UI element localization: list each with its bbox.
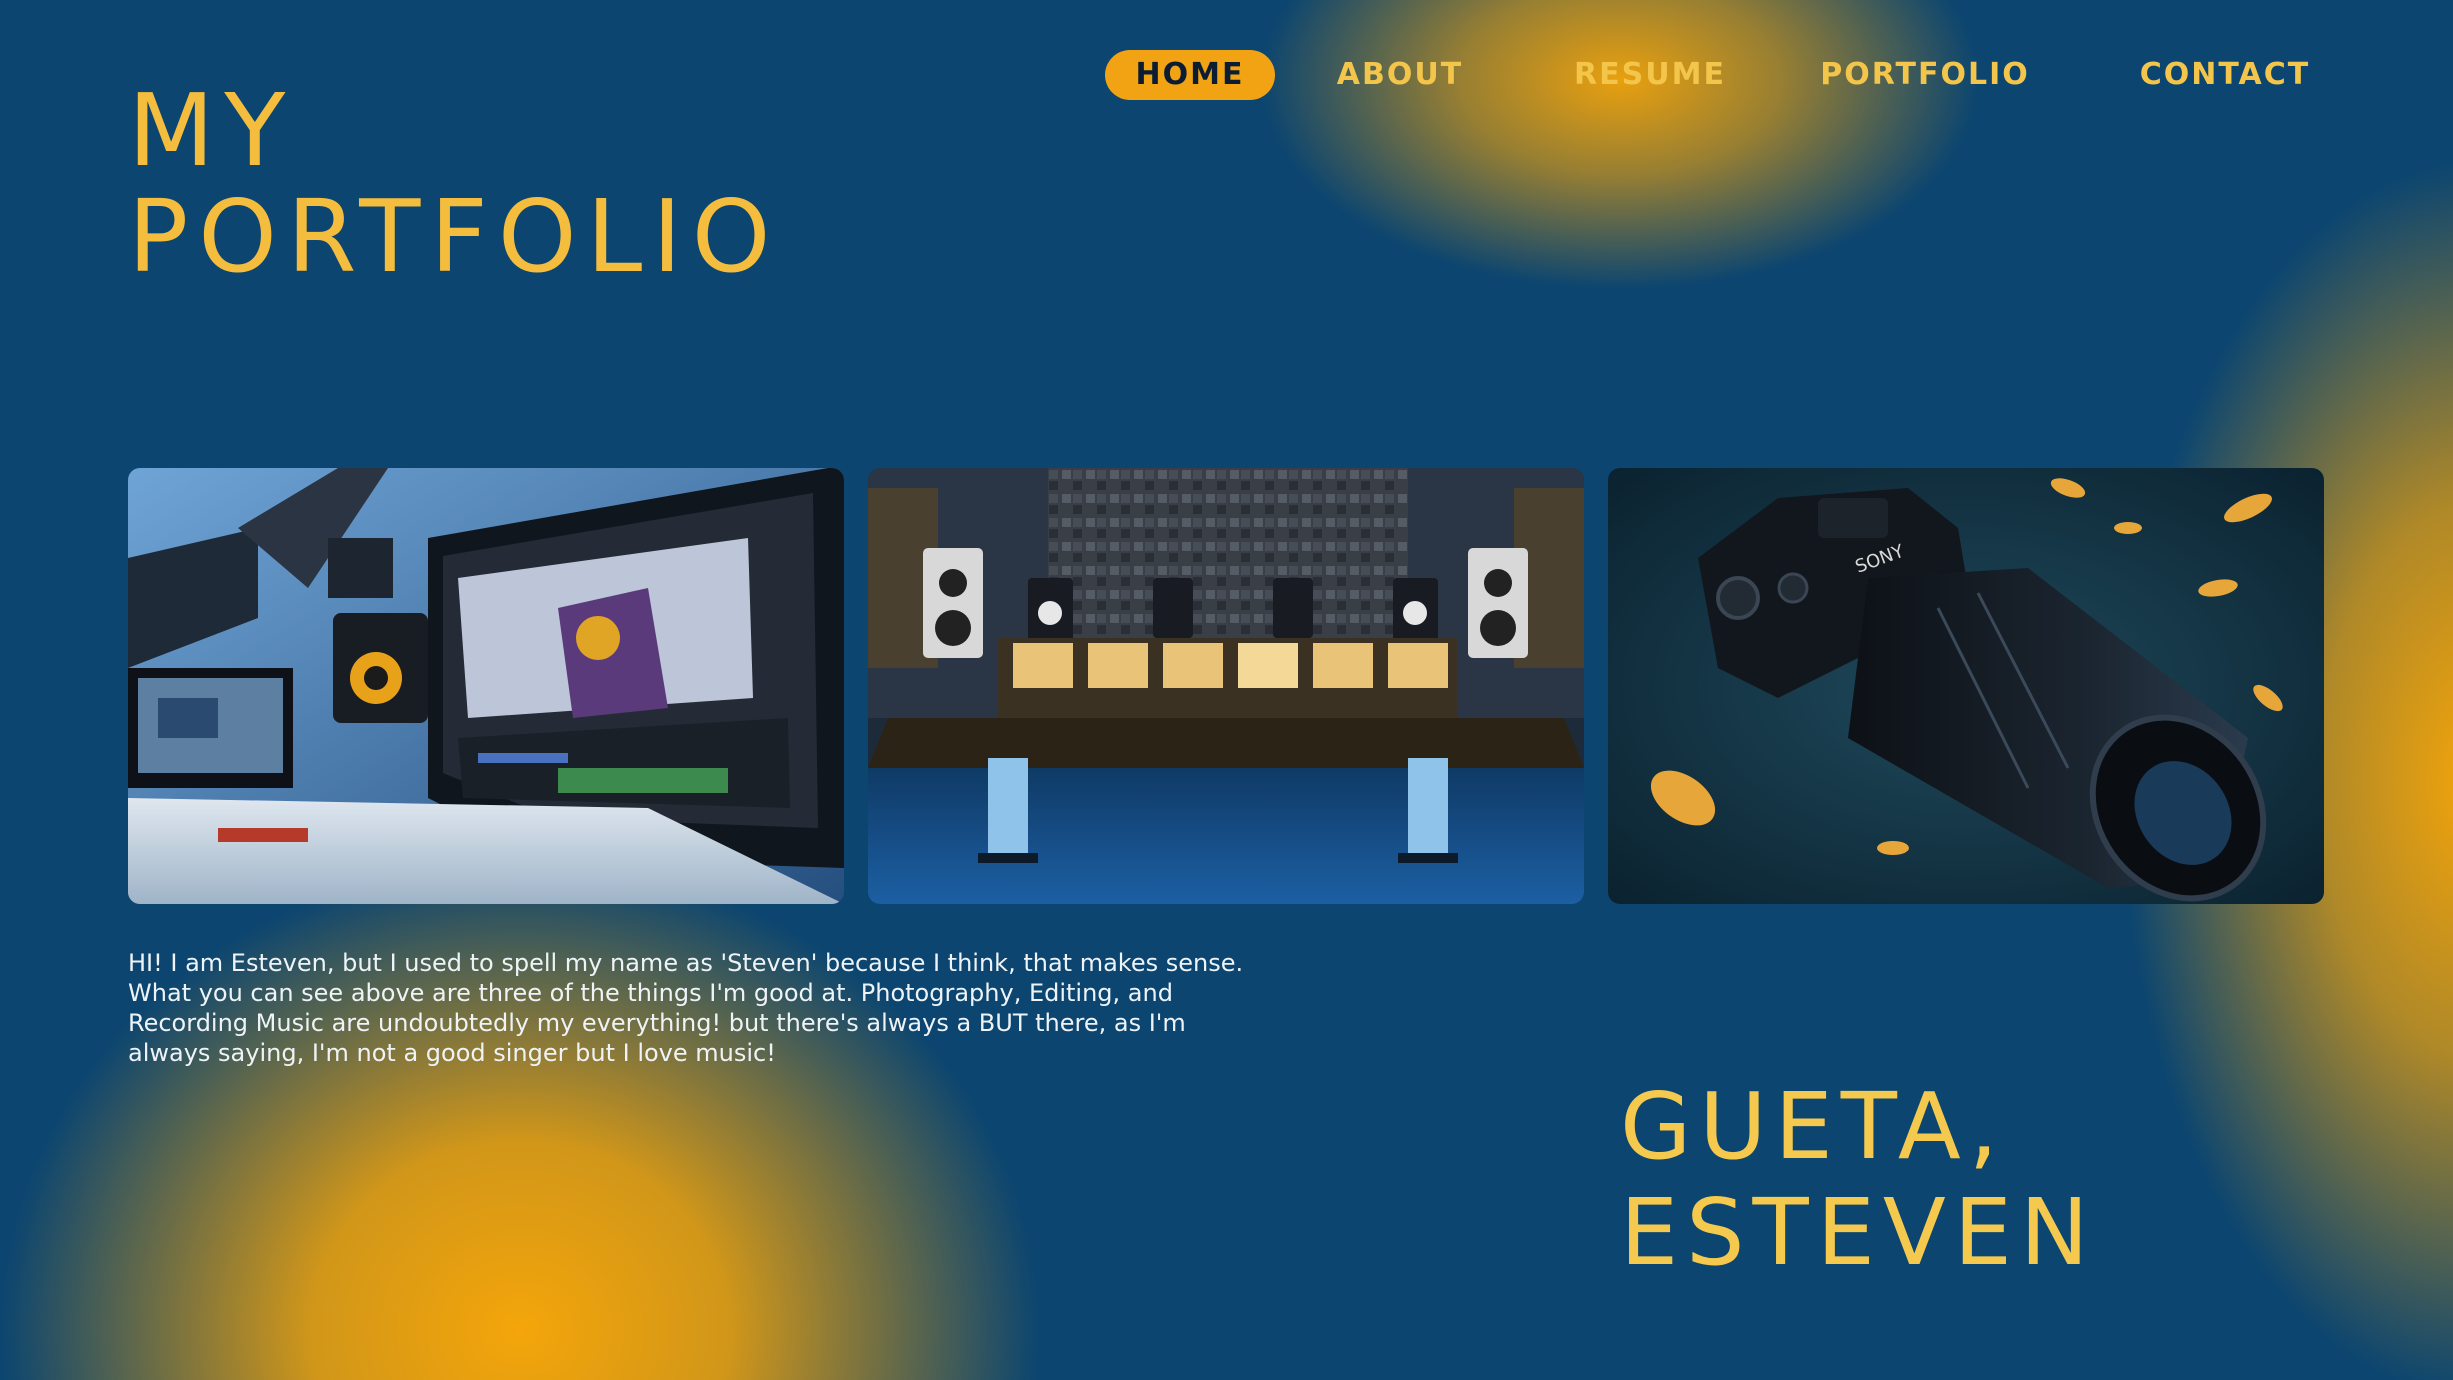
nav-portfolio[interactable]: PORTFOLIO (1810, 50, 2040, 100)
recording-studio-image (868, 468, 1584, 904)
page-title-line1: MY (128, 72, 296, 189)
nav-contact[interactable]: CONTACT (2125, 50, 2325, 100)
gallery-image-camera[interactable]: SONY (1608, 468, 2324, 904)
author-name: GUETA, ESTEVEN (1620, 1074, 2097, 1286)
gallery-image-studio[interactable] (868, 468, 1584, 904)
nav-resume[interactable]: RESUME (1560, 50, 1740, 100)
author-name-line2: ESTEVEN (1620, 1179, 2097, 1286)
intro-paragraph: HI! I am Esteven, but I used to spell my… (128, 949, 1244, 1067)
main-nav: HOME ABOUT RESUME PORTFOLIO CONTACT (1105, 50, 2325, 100)
photo-gallery: SONY (128, 468, 2324, 904)
camera-image: SONY (1608, 468, 2324, 904)
nav-about[interactable]: ABOUT (1325, 50, 1475, 100)
author-name-line1: GUETA, (1620, 1073, 2006, 1180)
nav-home[interactable]: HOME (1105, 50, 1275, 100)
gallery-image-editing[interactable] (128, 468, 844, 904)
editing-workstation-image (128, 468, 844, 904)
page-title: MY PORTFOLIO (128, 78, 780, 290)
page-title-line2: PORTFOLIO (128, 178, 781, 295)
